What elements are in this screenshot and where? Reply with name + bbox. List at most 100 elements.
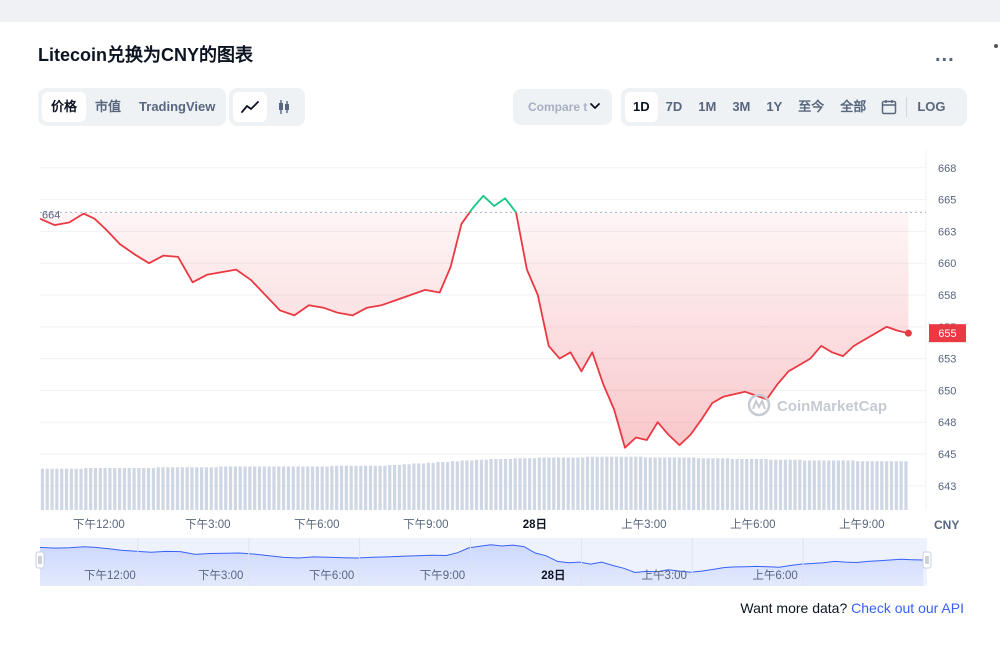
x-tick-label: 28日	[523, 518, 547, 531]
current-price-label: 655	[938, 328, 956, 340]
volume-bar	[499, 459, 503, 510]
range-navigator[interactable]: 下午12:00 下午3:00 下午6:00 下午9:00 28日 上午3:00 上午6:00	[35, 538, 932, 586]
volume-bar	[55, 468, 59, 510]
volume-bar	[484, 459, 488, 510]
volume-bar	[528, 458, 532, 510]
volume-bar	[494, 459, 498, 510]
volume-bar	[146, 468, 151, 510]
volume-bar	[479, 459, 484, 510]
volume-bar	[200, 467, 204, 510]
volume-bar	[831, 460, 836, 510]
volume-bar	[899, 461, 903, 510]
volume-bar	[137, 468, 141, 510]
volume-bar	[156, 467, 160, 510]
volume-bar	[267, 466, 271, 510]
volume-bar	[180, 467, 184, 510]
x-tick-label: 下午9:00	[403, 518, 448, 531]
volume-bar	[880, 461, 884, 510]
volume-bar	[725, 458, 730, 510]
volume-bar	[74, 468, 78, 510]
volume-bar	[320, 466, 324, 510]
volume-bar	[561, 457, 566, 510]
volume-bar	[701, 458, 705, 510]
volume-bar	[590, 456, 594, 510]
volume-bar	[605, 456, 609, 510]
volume-bar	[282, 466, 286, 510]
volume-bar	[118, 468, 122, 510]
volume-bar	[672, 457, 676, 510]
volume-bar	[537, 457, 541, 510]
volume-bar	[610, 456, 614, 510]
volume-bar	[783, 459, 787, 510]
volume-bar	[663, 457, 667, 510]
price-chart: 664 668 665 663 660 658 655 653 650 648 645 643 下午…	[35, 150, 966, 586]
volume-bar	[330, 465, 334, 510]
volume-bar	[740, 459, 744, 510]
volume-bar	[248, 466, 252, 510]
volume-bar	[846, 460, 850, 510]
volume-bar	[349, 465, 353, 510]
volume-bar	[600, 456, 604, 510]
volume-bar	[421, 463, 426, 510]
volume-bar	[851, 460, 855, 510]
volume-bar	[885, 461, 889, 510]
volume-bar	[581, 457, 585, 510]
volume-bar	[286, 466, 291, 510]
navigator-tick-label: 下午9:00	[420, 569, 465, 582]
volume-bar	[253, 466, 257, 510]
volume-bar	[436, 462, 440, 510]
volume-bar	[455, 461, 459, 510]
navigator-tick-label: 下午12:00	[84, 569, 136, 582]
volume-bar	[310, 466, 315, 510]
navigator-tick-label: 下午6:00	[309, 569, 354, 582]
volume-bar	[407, 464, 411, 510]
volume-bar	[470, 460, 474, 510]
volume-bar	[889, 461, 894, 510]
volume-bar	[817, 460, 821, 510]
y-tick-label: 648	[938, 417, 956, 429]
volume-bar	[624, 456, 628, 510]
volume-bar	[793, 459, 797, 510]
volume-bar	[696, 458, 701, 510]
volume-bar	[894, 461, 898, 510]
volume-bar	[175, 467, 180, 510]
volume-bar	[716, 458, 720, 510]
volume-bar	[585, 456, 590, 510]
api-link[interactable]: Check out our API	[851, 600, 964, 616]
volume-bar	[291, 466, 295, 510]
volume-bar	[634, 456, 638, 510]
volume-bar	[64, 468, 69, 510]
volume-bar	[209, 467, 213, 510]
volume-bar	[547, 457, 551, 510]
volume-bar	[214, 467, 218, 510]
volume-bar	[60, 468, 64, 510]
y-tick-label: 650	[938, 385, 956, 397]
volume-bar	[359, 465, 363, 510]
volume-bar	[161, 467, 165, 510]
volume-bar	[344, 465, 348, 510]
volume-bar	[166, 467, 170, 510]
footer-text: Want more data? Check out our API	[740, 600, 964, 616]
volume-bar	[441, 462, 445, 510]
volume-bar	[185, 467, 189, 510]
volume-bar	[667, 457, 672, 510]
navigator-right-handle[interactable]	[922, 551, 932, 569]
navigator-left-handle[interactable]	[35, 551, 45, 569]
volume-bar	[339, 465, 344, 510]
x-tick-label: 下午6:00	[294, 518, 339, 531]
volume-bar	[595, 456, 599, 510]
volume-bar	[84, 468, 88, 510]
footer-prompt: Want more data?	[740, 600, 848, 616]
volume-bar	[803, 460, 807, 510]
volume-bar	[904, 461, 908, 510]
volume-bar	[272, 466, 276, 510]
volume-bar	[812, 460, 816, 510]
volume-bar	[614, 456, 619, 510]
navigator-tick-label: 上午6:00	[752, 569, 797, 582]
volume-bar	[195, 467, 199, 510]
volume-bar	[378, 465, 382, 510]
y-tick-label: 645	[938, 449, 956, 461]
volume-bar	[865, 461, 869, 510]
volume-bar	[474, 459, 479, 510]
y-tick-label: 658	[938, 290, 956, 302]
